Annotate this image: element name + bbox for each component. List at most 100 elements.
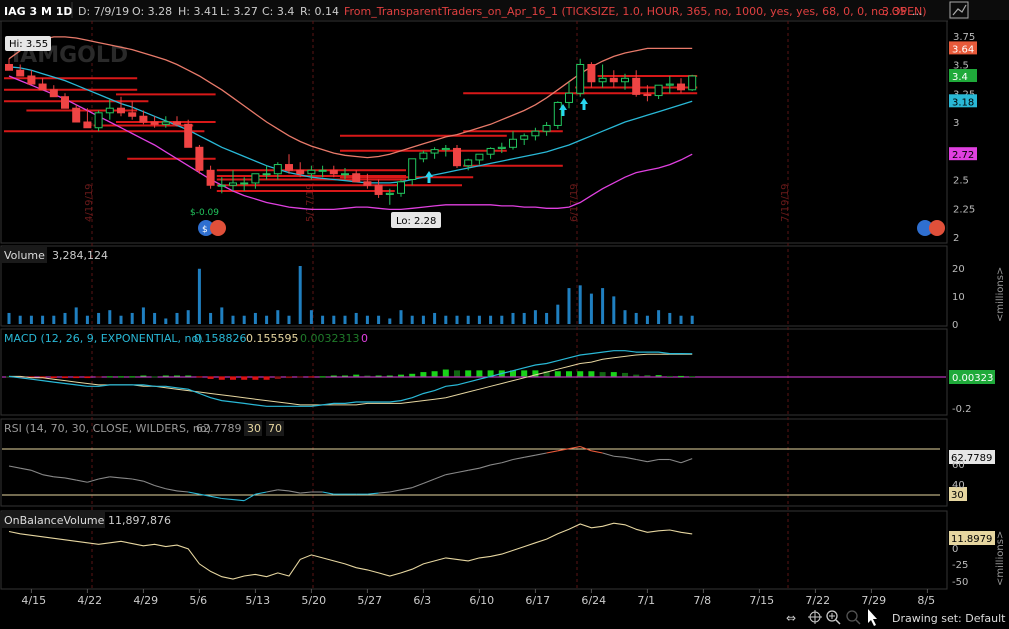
macd-hist-bar: [319, 376, 326, 378]
volume-bar: [18, 315, 22, 324]
candle-body: [240, 182, 249, 185]
lo-label: Lo: 2.28: [391, 212, 441, 228]
x-tick-label: 4/15: [21, 594, 46, 607]
volume-bar: [477, 315, 481, 324]
macd-hist-bar: [689, 376, 696, 378]
price-badge-text: 3.18: [952, 97, 974, 108]
macd-hist-bar: [106, 376, 113, 378]
candle-body: [520, 135, 529, 140]
candle-body: [430, 149, 439, 154]
volume-bar: [332, 315, 336, 324]
obv-unit: <millions>: [995, 531, 1006, 586]
macd-title: MACD (12, 26, 9, EXPONENTIAL, no): [4, 332, 203, 345]
volume-bar: [578, 285, 582, 324]
volume-bar: [500, 315, 504, 324]
macd-hist-bar: [588, 371, 595, 377]
lo-label-text: Lo: 2.28: [396, 216, 436, 227]
volume-bar: [634, 312, 638, 324]
candle-body: [441, 147, 450, 151]
header-date: D: 7/9/19: [78, 5, 129, 18]
volume-bar: [645, 315, 649, 324]
candle-body: [621, 77, 629, 83]
candle-body: [397, 181, 405, 194]
macd-value: 0.158826: [194, 332, 247, 345]
candle-body: [329, 169, 338, 175]
volume-tick-20: 20: [952, 264, 965, 275]
candle-body: [273, 164, 282, 175]
volume-bar: [668, 312, 672, 324]
price-badge-text: 3.4: [952, 72, 968, 83]
price-tick: 2.25: [953, 204, 975, 215]
volume-bar: [141, 307, 145, 324]
macd-hist-bar: [151, 376, 158, 378]
candle-body: [363, 181, 372, 186]
candle-body: [27, 75, 36, 85]
x-tick-label: 5/27: [357, 594, 382, 607]
x-tick-label: 6/24: [581, 594, 606, 607]
volume-title: Volume: [4, 249, 45, 262]
price-badge-text: 3.64: [952, 44, 974, 55]
macd-hist-bar: [566, 371, 572, 377]
svg-text:$: $: [202, 225, 208, 235]
volume-bar: [489, 315, 493, 324]
study-value: 3.35: [882, 5, 907, 18]
vertical-date-1: 4/19/19: [84, 183, 95, 222]
svg-text:⇔: ⇔: [786, 611, 796, 625]
rsi-value: 62.7789: [196, 422, 242, 435]
volume-bar: [309, 310, 313, 324]
header-more[interactable]: ...: [912, 5, 923, 18]
macd-hist-bar: [644, 375, 651, 377]
volume-bar: [354, 312, 358, 324]
candle-body: [16, 69, 25, 77]
macd-hist-bar: [95, 376, 102, 378]
drawing-set-label[interactable]: Drawing set: Default: [892, 612, 1006, 625]
vertical-date-4: 7/19/19: [780, 183, 791, 222]
macd-hist-bar: [50, 376, 57, 379]
volume-bar: [287, 315, 291, 324]
x-tick-label: 5/13: [245, 594, 270, 607]
volume-bar: [52, 315, 56, 324]
vertical-date-2: 5/17/19: [305, 183, 316, 222]
obv-badge: 11.8979: [949, 531, 995, 545]
macd-hist-bar: [521, 370, 528, 377]
volume-bar: [63, 312, 67, 324]
volume-bar: [589, 293, 593, 324]
volume-bar: [623, 310, 627, 324]
obv-title: OnBalanceVolume: [4, 514, 105, 527]
macd-hist-bar: [308, 376, 315, 378]
volume-bar: [466, 315, 470, 324]
macd-hist-bar: [207, 376, 214, 379]
macd-hist-bar: [633, 374, 640, 377]
macd-hist-bar: [386, 375, 393, 377]
rsi-oversold: 30: [247, 422, 261, 435]
candle-body: [307, 169, 316, 175]
candle-body: [285, 164, 293, 171]
macd-hist-bar: [431, 371, 438, 377]
candle-body: [341, 173, 349, 176]
obv-header: OnBalanceVolume 11,897,876: [1, 512, 171, 528]
candle-body: [553, 101, 562, 126]
candle-body: [509, 138, 517, 148]
candle-body: [643, 93, 652, 97]
macd-hist-bar: [442, 369, 449, 377]
volume-bar: [690, 315, 694, 324]
macd-hist-bar: [420, 372, 427, 377]
pan-icon[interactable]: ⇔: [786, 611, 796, 625]
macd-hist-bar: [655, 375, 662, 377]
macd-hist-bar: [297, 376, 304, 378]
volume-bar: [511, 312, 515, 324]
macd-hist-bar: [678, 375, 684, 377]
symbol-label[interactable]: IAG 3 M 1D: [4, 5, 73, 18]
macd-hist-bar: [185, 375, 192, 377]
candle-body: [632, 77, 641, 95]
macd-hist-bar: [599, 372, 606, 377]
macd-hist-bar: [398, 374, 404, 377]
candle-body: [150, 121, 159, 125]
candle-body: [251, 173, 260, 184]
candle-body: [161, 121, 170, 125]
volume-bar: [365, 315, 369, 324]
candle-body: [117, 107, 125, 114]
study-label[interactable]: From_TransparentTraders_on_Apr_16_1 (TIC…: [344, 5, 927, 18]
volume-bar: [119, 315, 123, 324]
price-tick: 2: [953, 233, 959, 244]
